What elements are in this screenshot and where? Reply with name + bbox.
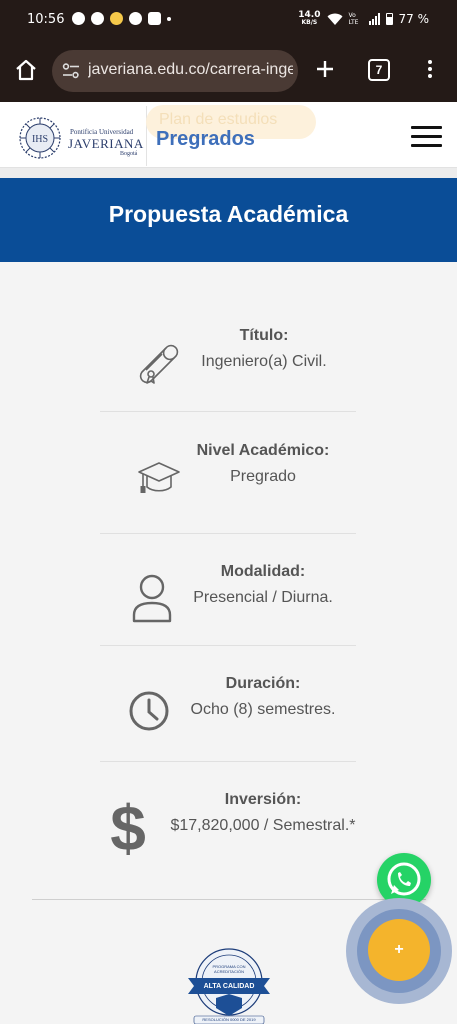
new-tab-icon[interactable] bbox=[313, 57, 337, 81]
wifi-icon bbox=[327, 13, 342, 25]
browser-toolbar: javeriana.edu.co/carrera-inge 7 bbox=[0, 40, 457, 102]
modalidad-value: Presencial / Diurna. bbox=[193, 589, 333, 606]
expand-fab-button[interactable]: + bbox=[368, 919, 430, 981]
address-bar[interactable]: javeriana.edu.co/carrera-inge bbox=[52, 50, 298, 92]
university-logo[interactable]: IHS Pontificia Universidad JAVERIANA Bog… bbox=[16, 114, 144, 162]
person-icon bbox=[132, 574, 172, 623]
battery-icon bbox=[385, 13, 393, 25]
section-title[interactable]: Pregrados bbox=[156, 128, 255, 151]
inversion-value: $17,820,000 / Semestral.* bbox=[170, 817, 356, 834]
hamburger-menu-icon[interactable] bbox=[411, 126, 442, 148]
system-status: 14.0 KB/S Vo LTE 77 % bbox=[298, 11, 429, 27]
svg-text:$: $ bbox=[110, 794, 146, 860]
banner-title: Propuesta Académica bbox=[108, 201, 349, 227]
diploma-icon bbox=[139, 344, 179, 384]
status-bar: 10:56 14.0 KB/S Vo LTE 77 % bbox=[0, 0, 457, 40]
section-divider bbox=[32, 899, 426, 900]
volte-label: Vo LTE bbox=[348, 12, 359, 26]
dollar-icon: $ bbox=[110, 794, 146, 860]
badge-top-text: PROGRAMA CON ACREDITACIÓN bbox=[212, 964, 246, 974]
header-shadow-strip bbox=[0, 168, 457, 178]
info-divider bbox=[100, 411, 356, 412]
pinterest-icon bbox=[129, 12, 142, 25]
info-divider bbox=[100, 533, 356, 534]
modalidad-label: Modalidad: bbox=[220, 563, 306, 580]
info-divider bbox=[100, 761, 356, 762]
net-speed: 14.0 KB/S bbox=[298, 10, 321, 27]
section-banner: Propuesta Académica bbox=[0, 178, 457, 262]
url-text[interactable]: javeriana.edu.co/carrera-inge bbox=[88, 61, 293, 79]
clock-icon bbox=[129, 691, 169, 731]
snapchat-icon bbox=[72, 12, 85, 25]
titulo-value: Ingeniero(a) Civil. bbox=[201, 353, 327, 370]
youtube-icon bbox=[148, 12, 161, 25]
emoji-icon bbox=[110, 12, 123, 25]
status-time: 10:56 bbox=[27, 12, 65, 27]
facebook-icon bbox=[91, 12, 104, 25]
logo-line1: Pontificia Universidad bbox=[70, 128, 134, 136]
duracion-label: Duración: bbox=[225, 675, 301, 692]
notification-icons bbox=[72, 12, 171, 25]
crest-monogram: IHS bbox=[32, 134, 48, 145]
home-icon[interactable] bbox=[14, 58, 38, 82]
crest-icon: IHS bbox=[19, 117, 61, 159]
badge-main-text: ALTA CALIDAD bbox=[203, 983, 255, 990]
browser-menu-icon[interactable] bbox=[428, 60, 432, 80]
battery-level: 77 % bbox=[398, 12, 430, 26]
site-settings-icon[interactable] bbox=[62, 62, 80, 80]
duracion-value: Ocho (8) semestres. bbox=[190, 701, 336, 718]
graduation-cap-icon bbox=[138, 462, 180, 493]
site-header: IHS Pontificia Universidad JAVERIANA Bog… bbox=[0, 102, 457, 168]
titulo-label: Título: bbox=[239, 327, 289, 344]
tab-switcher-button[interactable]: 7 bbox=[368, 59, 390, 81]
inversion-label: Inversión: bbox=[224, 791, 302, 808]
badge-bottom-text: RESOLUCIÓN 0000 DE 2019 bbox=[202, 1017, 256, 1022]
logo-line3: Bogotá bbox=[120, 151, 138, 157]
nivel-value: Pregrado bbox=[230, 468, 296, 485]
info-divider bbox=[100, 645, 356, 646]
signal-icon bbox=[368, 13, 380, 25]
logo-line2: JAVERIANA bbox=[68, 136, 144, 151]
nivel-label: Nivel Académico: bbox=[196, 442, 330, 459]
more-notifications-dot bbox=[167, 17, 171, 21]
